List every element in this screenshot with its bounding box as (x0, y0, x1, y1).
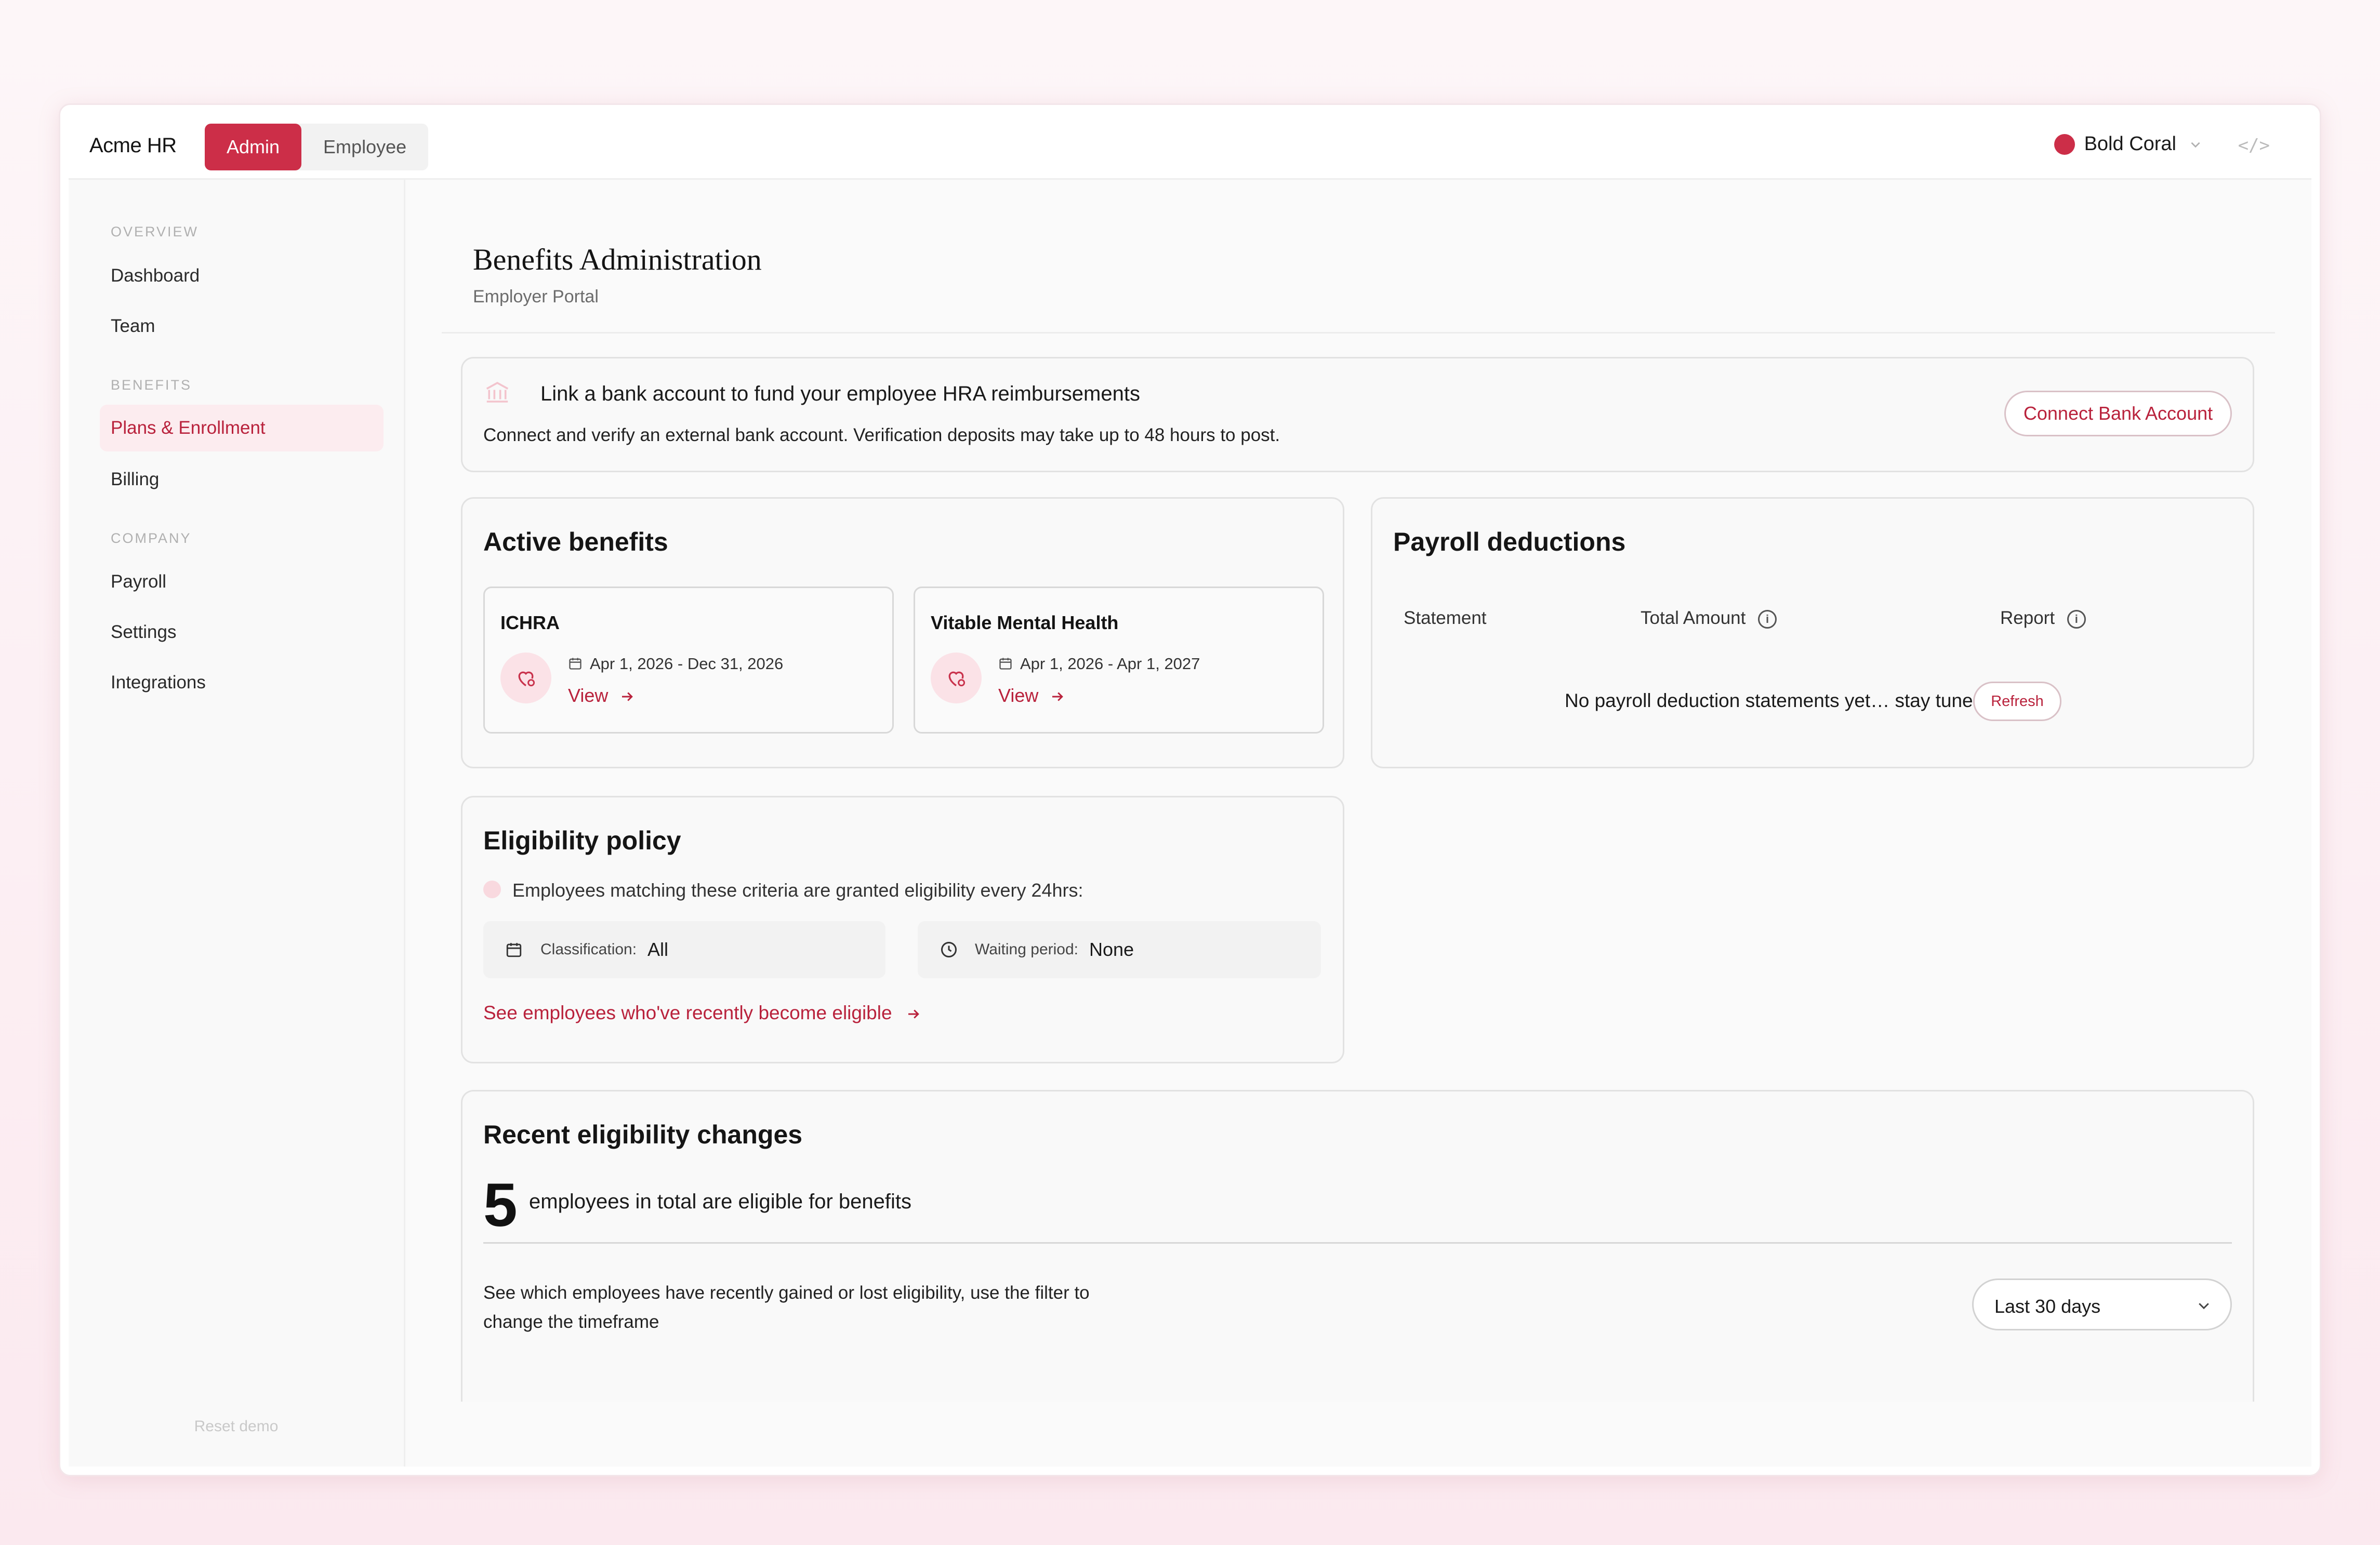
sidebar-section-overview: OVERVIEW (111, 224, 199, 239)
bank-account-banner: Link a bank account to fund your employe… (461, 357, 2254, 472)
plan-name: Vitable Mental Health (931, 612, 1119, 633)
timeframe-select[interactable]: Last 30 days (1972, 1278, 2232, 1330)
recently-eligible-link-label: See employees who've recently become eli… (483, 1002, 892, 1023)
column-statement: Statement (1404, 608, 1487, 628)
chevron-down-icon (2199, 1303, 2209, 1310)
info-icon[interactable]: i (1758, 609, 1777, 629)
column-label: Total Amount (1641, 608, 1746, 628)
sidebar: OVERVIEW Dashboard Team BENEFITS Plans &… (69, 180, 405, 1467)
sidebar-item-payroll[interactable]: Payroll (100, 558, 384, 605)
arrow-right-icon (1052, 692, 1064, 702)
heart-icon (931, 652, 982, 703)
refresh-button[interactable]: Refresh (1973, 682, 2061, 721)
connect-bank-account-button[interactable]: Connect Bank Account (2004, 391, 2232, 436)
sidebar-section-company: COMPANY (111, 530, 192, 546)
benefit-plan-vitable-mental-health: Vitable Mental Health Apr 1, 2026 - Apr … (914, 587, 1324, 734)
code-icon[interactable]: </> (2238, 135, 2270, 156)
recent-changes-description: See which employees have recently gained… (483, 1283, 1090, 1332)
chevron-down-icon (2191, 142, 2200, 148)
plan-dates: Apr 1, 2026 - Dec 31, 2026 (590, 655, 784, 673)
view-plan-link[interactable]: View (998, 685, 1066, 707)
eligibility-policy-card: Eligibility policy Employees matching th… (461, 796, 1344, 1063)
eligible-count-text: employees in total are eligible for bene… (529, 1190, 911, 1213)
payroll-deductions-card: Payroll deductions Statement Total Amoun… (1371, 497, 2254, 768)
sidebar-item-billing[interactable]: Billing (100, 456, 384, 503)
bank-icon (486, 381, 509, 403)
theme-color-swatch (2054, 134, 2075, 155)
eligible-count: 5 (483, 1171, 518, 1240)
recently-eligible-link[interactable]: See employees who've recently become eli… (483, 1002, 922, 1024)
recent-changes-title: Recent eligibility changes (483, 1120, 803, 1149)
plan-name: ICHRA (500, 612, 560, 633)
waiting-period-label: Waiting period: (975, 941, 1078, 958)
page-title: Benefits Administration (473, 243, 762, 276)
info-icon[interactable]: i (2067, 609, 2086, 629)
waiting-period-criterion: Waiting period: None (918, 921, 1321, 978)
theme-selector[interactable]: Bold Coral (2054, 133, 2202, 155)
bank-banner-heading: Link a bank account to fund your employe… (540, 382, 1140, 405)
active-benefits-title: Active benefits (483, 527, 668, 556)
eligibility-policy-title: Eligibility policy (483, 826, 681, 855)
calendar-icon (506, 943, 522, 957)
active-benefits-card: Active benefits ICHRA Apr 1, 2026 - Dec … (461, 497, 1344, 768)
benefit-plan-ichra: ICHRA Apr 1, 2026 - Dec 31, 2026 View (483, 587, 894, 734)
check-circle-icon (483, 881, 501, 898)
card-divider (483, 1242, 2232, 1244)
employee-mode-button[interactable]: Employee (301, 124, 428, 170)
column-label: Report (2000, 608, 2055, 628)
arrow-right-icon (622, 692, 633, 702)
main-content: Benefits Administration Employer Portal … (405, 180, 2311, 1467)
arrow-right-icon (908, 1009, 919, 1019)
app-window: Acme HR Admin Employee Bold Coral </> OV… (59, 103, 2321, 1476)
sidebar-item-integrations[interactable]: Integrations (100, 659, 384, 706)
classification-criterion: Classification: All (483, 921, 885, 978)
mode-toggle: Admin Employee (205, 124, 429, 170)
calendar-icon (999, 658, 1012, 670)
payroll-empty-state: No payroll deduction statements yet… sta… (1565, 690, 1989, 711)
timeframe-select-value: Last 30 days (1994, 1296, 2101, 1317)
view-plan-link[interactable]: View (568, 685, 636, 707)
sidebar-item-dashboard[interactable]: Dashboard (100, 252, 384, 299)
header-divider (442, 332, 2275, 334)
theme-label: Bold Coral (2084, 133, 2176, 155)
payroll-deductions-title: Payroll deductions (1393, 527, 1626, 556)
recent-eligibility-changes-card: Recent eligibility changes 5 employees i… (461, 1090, 2254, 1402)
waiting-period-value: None (1089, 939, 1134, 960)
view-link-label: View (998, 685, 1039, 706)
sidebar-section-benefits: BENEFITS (111, 377, 192, 393)
calendar-icon (569, 658, 581, 670)
eligibility-criteria-text: Employees matching these criteria are gr… (512, 880, 1083, 901)
admin-mode-button[interactable]: Admin (205, 124, 302, 170)
view-link-label: View (568, 685, 609, 706)
column-report: Report i (2000, 608, 2086, 629)
classification-value: All (647, 939, 669, 960)
column-total-amount: Total Amount i (1641, 608, 1777, 629)
classification-label: Classification: (540, 941, 637, 958)
heart-icon (500, 652, 551, 703)
brand-name: Acme HR (89, 134, 177, 157)
page-subtitle: Employer Portal (473, 287, 599, 307)
sidebar-item-settings[interactable]: Settings (100, 609, 384, 656)
bank-banner-body: Connect and verify an external bank acco… (483, 425, 1280, 445)
reset-demo-link[interactable]: Reset demo (69, 1418, 404, 1435)
clock-icon (941, 942, 957, 957)
sidebar-item-plans-enrollment[interactable]: Plans & Enrollment (100, 405, 384, 451)
plan-dates: Apr 1, 2026 - Apr 1, 2027 (1020, 655, 1200, 673)
sidebar-item-team[interactable]: Team (100, 303, 384, 350)
top-bar: Acme HR Admin Employee Bold Coral </> (69, 113, 2311, 180)
